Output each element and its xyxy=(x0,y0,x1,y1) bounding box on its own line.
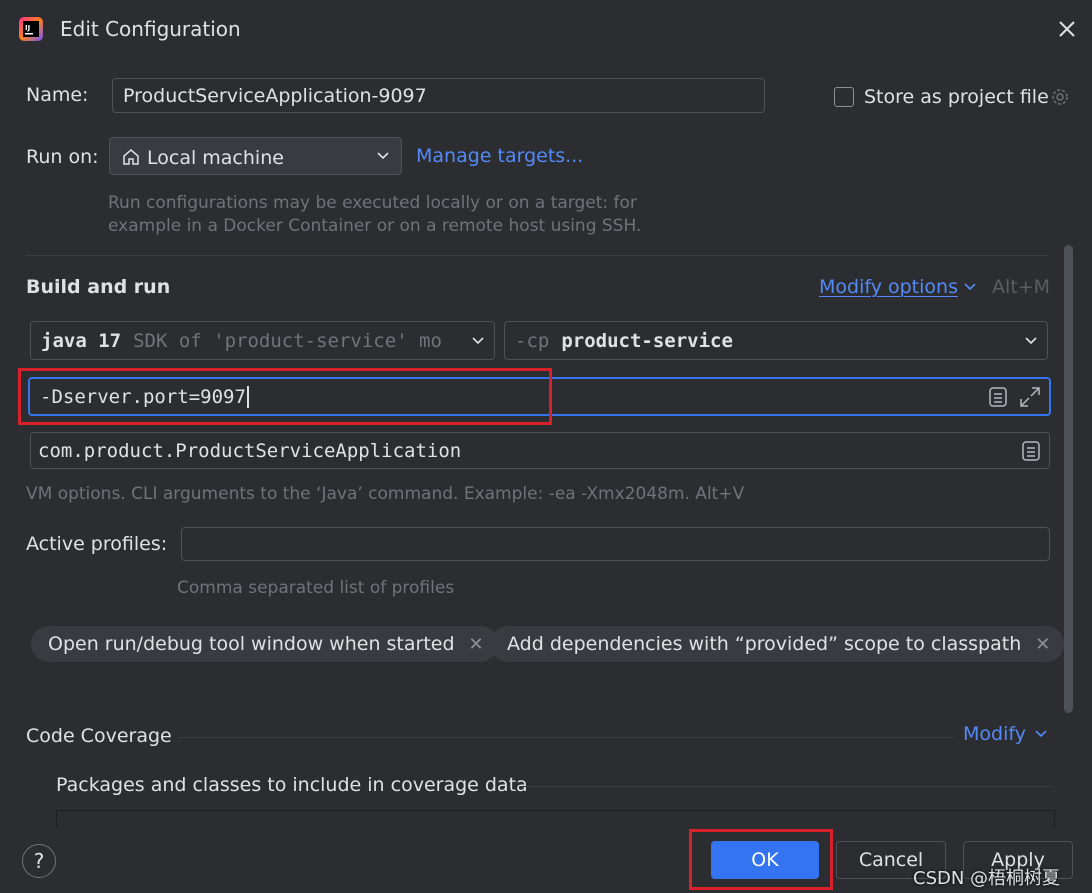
classpath-prefix: -cp xyxy=(515,329,550,352)
classpath-module: product-service xyxy=(561,329,733,352)
help-button[interactable]: ? xyxy=(22,844,56,878)
divider xyxy=(519,786,1053,787)
modify-options-link[interactable]: Modify options xyxy=(819,276,958,298)
jdk-description: SDK of 'product-service' mo xyxy=(133,329,442,352)
home-icon xyxy=(121,147,141,167)
gear-icon[interactable] xyxy=(1048,85,1072,109)
help-question-icon: ? xyxy=(33,849,45,873)
code-coverage-title: Code Coverage xyxy=(26,725,172,747)
store-project-file-label[interactable]: Store as project file xyxy=(864,86,1049,108)
remove-chip-close-icon[interactable]: ✕ xyxy=(1035,634,1050,655)
classpath-dropdown[interactable]: -cp product-service xyxy=(504,321,1048,360)
jdk-dropdown[interactable]: java 17 SDK of 'product-service' mo xyxy=(30,321,495,360)
jdk-version: java 17 xyxy=(41,329,122,352)
close-icon[interactable] xyxy=(1054,16,1080,42)
classpath-chevron-down-icon xyxy=(1024,336,1038,346)
intellij-logo-icon: IJ xyxy=(18,16,44,42)
run-on-hint-line1: Run configurations may be executed local… xyxy=(108,193,637,213)
active-profiles-label: Active profiles: xyxy=(26,533,168,555)
build-and-run-title: Build and run xyxy=(26,276,171,298)
expand-text-icon[interactable] xyxy=(988,386,1008,408)
remove-chip-close-icon[interactable]: ✕ xyxy=(469,634,484,655)
browse-class-icon[interactable] xyxy=(1021,440,1041,462)
vm-options-input[interactable]: -Dserver.port=9097 xyxy=(28,377,1051,416)
vertical-scrollbar[interactable] xyxy=(1064,245,1073,713)
chip-label: Add dependencies with “provided” scope t… xyxy=(507,633,1022,655)
chevron-down-icon xyxy=(376,151,390,161)
active-profiles-hint: Comma separated list of profiles xyxy=(177,578,455,598)
modify-options-shortcut: Alt+M xyxy=(992,276,1051,298)
name-input-value: ProductServiceApplication-9097 xyxy=(123,84,427,107)
main-class-value: com.product.ProductServiceApplication xyxy=(38,439,462,462)
chip-open-tool-window: Open run/debug tool window when started … xyxy=(31,626,498,662)
text-cursor xyxy=(246,385,249,408)
vm-options-value: -Dserver.port=9097 xyxy=(40,379,249,414)
active-profiles-input[interactable] xyxy=(181,527,1050,561)
chip-label: Open run/debug tool window when started xyxy=(48,633,455,655)
dialog-title: Edit Configuration xyxy=(60,17,241,41)
store-project-file-checkbox[interactable] xyxy=(834,87,854,107)
classpath-value: -cp product-service xyxy=(515,322,733,359)
ok-label: OK xyxy=(751,849,779,871)
run-on-dropdown[interactable]: Local machine xyxy=(109,137,402,175)
maximize-icon[interactable] xyxy=(1018,385,1042,409)
svg-text:IJ: IJ xyxy=(25,24,30,32)
ok-button[interactable]: OK xyxy=(711,841,819,879)
name-label: Name: xyxy=(26,84,89,106)
title-bar: IJ Edit Configuration xyxy=(0,0,1092,60)
main-class-input[interactable]: com.product.ProductServiceApplication xyxy=(30,432,1050,469)
vm-options-text: -Dserver.port=9097 xyxy=(40,385,246,408)
watermark: CSDN @梧桐树夏 xyxy=(913,868,1061,889)
jdk-chevron-down-icon xyxy=(471,336,485,346)
jdk-value: java 17 SDK of 'product-service' mo xyxy=(41,322,461,359)
modify-options-label: Modify options xyxy=(819,276,958,298)
run-on-hint-line2: example in a Docker Container or on a re… xyxy=(108,216,642,236)
divider xyxy=(178,737,953,738)
chip-provided-scope: Add dependencies with “provided” scope t… xyxy=(490,626,1065,662)
divider xyxy=(26,255,1048,256)
name-input[interactable]: ProductServiceApplication-9097 xyxy=(112,78,765,113)
run-on-value: Local machine xyxy=(147,147,284,169)
coverage-modify-link[interactable]: Modify xyxy=(963,723,1026,745)
modify-options-chevron-icon[interactable] xyxy=(963,282,977,292)
vm-options-hint: VM options. CLI arguments to the ‘Java’ … xyxy=(26,484,745,504)
manage-targets-link[interactable]: Manage targets... xyxy=(416,145,583,167)
coverage-packages-label: Packages and classes to include in cover… xyxy=(56,774,528,796)
run-on-label: Run on: xyxy=(26,146,99,168)
coverage-modify-chevron-icon[interactable] xyxy=(1034,729,1048,739)
